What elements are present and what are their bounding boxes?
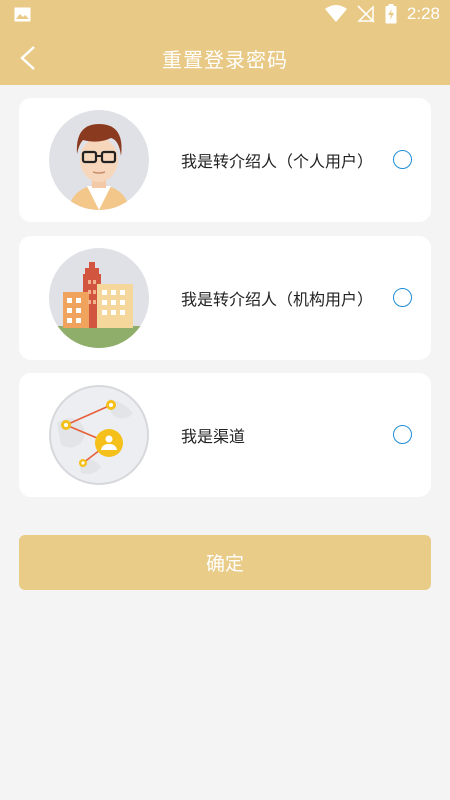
wifi-icon [324,5,347,22]
option-label-individual: 我是转介绍人（个人用户） [181,152,374,171]
battery-charging-icon [385,4,397,24]
option-card-individual[interactable]: 我是转介绍人（个人用户） [19,98,431,222]
status-time: 2:28 [406,4,440,23]
channel-network-icon [49,385,149,485]
radio-institution[interactable] [393,288,412,307]
page-title: 重置登录密码 [162,48,288,72]
radio-channel[interactable] [393,425,412,444]
option-label-channel: 我是渠道 [181,427,246,446]
no-signal-icon [357,5,375,23]
buildings-icon [49,248,149,348]
image-icon [14,7,31,22]
app-header: 重置登录密码 [0,30,450,85]
radio-individual[interactable] [393,150,412,169]
option-label-institution: 我是转介绍人（机构用户） [181,290,374,309]
status-bar: 2:28 [0,0,450,30]
option-card-channel[interactable]: 我是渠道 [19,373,431,497]
option-card-institution[interactable]: 我是转介绍人（机构用户） [19,236,431,360]
person-avatar-icon [49,110,149,210]
confirm-button[interactable]: 确定 [19,535,431,590]
